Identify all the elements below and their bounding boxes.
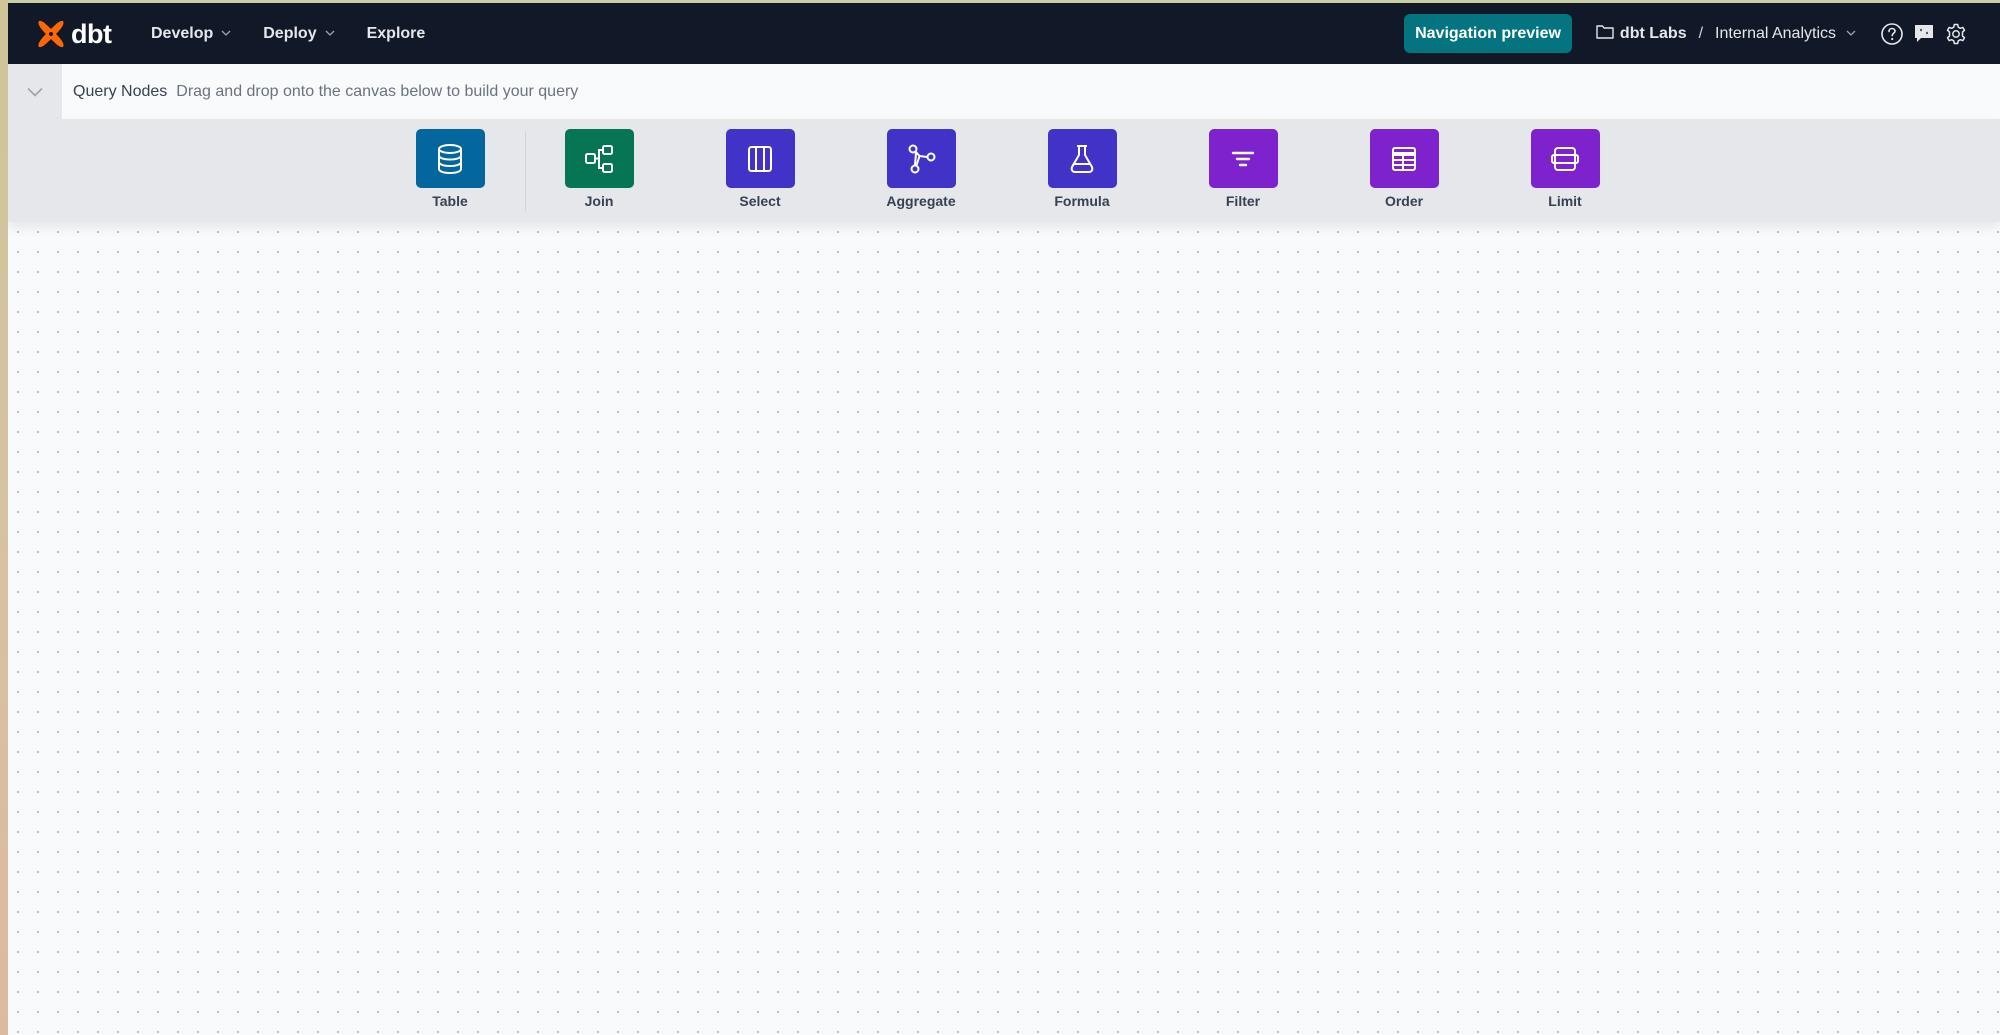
node-order[interactable]: Order — [1364, 129, 1444, 209]
nav-develop[interactable]: Develop — [151, 25, 231, 43]
table-grid-icon — [1392, 146, 1416, 171]
project-name[interactable]: Internal Analytics — [1715, 25, 1836, 43]
node-aggregate[interactable]: Aggregate — [881, 129, 961, 209]
dbt-logo-icon — [38, 20, 64, 48]
nav-deploy[interactable]: Deploy — [263, 24, 335, 43]
navigation-preview-button[interactable]: Navigation preview — [1404, 14, 1572, 53]
settings-button[interactable] — [1942, 20, 1970, 48]
chevron-down-icon — [1846, 28, 1856, 39]
main-nav: Develop Deploy Explore — [151, 3, 457, 64]
feedback-button[interactable] — [1910, 20, 1938, 48]
node-filter[interactable]: Filter — [1203, 129, 1283, 209]
help-icon — [1881, 22, 1903, 45]
node-palette: Table Join Select Aggregate Formula Filt… — [8, 119, 2000, 222]
app-window: dbt Develop Deploy Explore Navigation pr… — [8, 3, 2000, 1035]
limit-icon — [1551, 146, 1579, 171]
node-order-tile[interactable] — [1369, 129, 1439, 188]
dbt-logo[interactable]: dbt — [35, 18, 112, 50]
node-formula[interactable]: Formula — [1042, 129, 1122, 209]
node-order-label: Order — [1384, 193, 1424, 209]
feedback-icon — [1915, 24, 1933, 42]
account-name[interactable]: dbt Labs — [1620, 25, 1687, 43]
node-select-label: Select — [739, 193, 781, 209]
folder-icon — [1596, 24, 1614, 44]
node-formula-label: Formula — [1054, 193, 1110, 209]
node-aggregate-label: Aggregate — [886, 193, 956, 209]
chevron-down-icon — [27, 87, 43, 97]
node-table-tile[interactable] — [415, 129, 485, 188]
top-navbar: dbt Develop Deploy Explore Navigation pr… — [8, 3, 2000, 64]
node-join-label: Join — [584, 193, 614, 209]
toolbar-divider — [525, 131, 526, 211]
query-nodes-hint: Drag and drop onto the canvas below to b… — [176, 82, 579, 100]
node-aggregate-tile[interactable] — [886, 129, 956, 188]
filter-icon — [1231, 151, 1255, 166]
desktop-wallpaper-left — [0, 0, 8, 1035]
breadcrumb-separator: / — [1698, 24, 1704, 42]
query-canvas[interactable] — [8, 222, 2000, 1035]
node-select[interactable]: Select — [720, 129, 800, 209]
node-select-tile[interactable] — [725, 129, 795, 188]
node-table[interactable]: Table — [410, 129, 490, 209]
node-formula-tile[interactable] — [1047, 129, 1117, 188]
account-switcher[interactable]: dbt Labs / Internal Analytics — [1596, 24, 1856, 44]
nav-deploy-label: Deploy — [263, 24, 317, 42]
node-table-label: Table — [432, 193, 468, 209]
query-nodes-header: Query Nodes Drag and drop onto the canva… — [8, 64, 2000, 119]
database-icon — [438, 143, 462, 174]
settings-icon — [1946, 23, 1966, 44]
query-nodes-title: Query Nodes — [73, 82, 168, 100]
nav-explore-label: Explore — [366, 24, 426, 42]
node-limit[interactable]: Limit — [1525, 129, 1605, 209]
node-limit-tile[interactable] — [1530, 129, 1600, 188]
flask-icon — [1070, 144, 1094, 173]
aggregate-icon — [908, 144, 936, 173]
logo-text: dbt — [71, 18, 112, 49]
join-icon — [585, 144, 613, 173]
nav-develop-label: Develop — [151, 24, 214, 42]
nav-explore[interactable]: Explore — [367, 25, 426, 43]
columns-icon — [748, 145, 772, 172]
help-button[interactable] — [1878, 20, 1906, 48]
collapse-toggle[interactable] — [8, 64, 62, 119]
node-filter-tile[interactable] — [1208, 129, 1278, 188]
node-join[interactable]: Join — [559, 129, 639, 209]
chevron-down-icon — [325, 28, 335, 39]
node-filter-label: Filter — [1225, 193, 1261, 209]
node-join-tile[interactable] — [564, 129, 634, 188]
chevron-down-icon — [221, 28, 231, 39]
node-limit-label: Limit — [1548, 193, 1582, 209]
navbar-right: Navigation preview dbt Labs / Internal A… — [1404, 3, 2000, 64]
